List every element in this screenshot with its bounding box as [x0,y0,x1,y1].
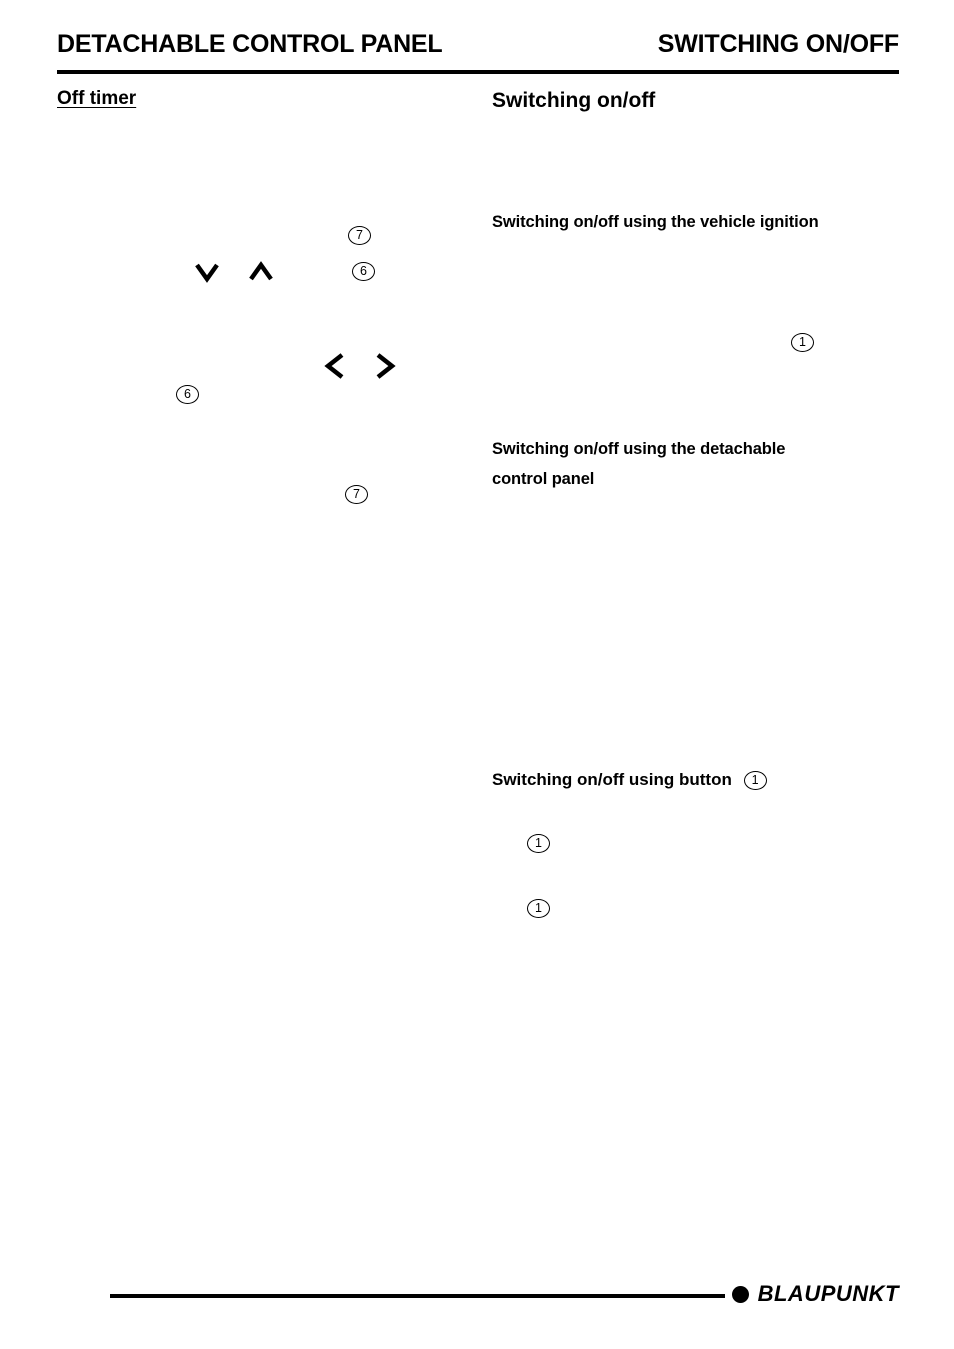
header-left-title: DETACHABLE CONTROL PANEL [57,30,443,58]
chevron-down-icon [194,260,220,284]
right-callout-1-inline: 1 [743,771,767,791]
subheading-button-text: Switching on/off using button [492,770,732,789]
footer-divider [110,1294,725,1298]
header-divider [57,70,899,74]
chevron-up-icon [248,260,274,284]
right-callout-1-step2: 1 [527,899,550,918]
brand-name: BLAUPUNKT [757,1281,899,1306]
off-timer-heading: Off timer [57,88,137,109]
subheading-control-panel: Switching on/off using the detachable co… [492,440,786,488]
right-callout-1-step1: 1 [527,834,550,853]
left-callout-7-top: 7 [348,226,371,245]
brand-dot-icon [731,1285,749,1303]
header-right-title: SWITCHING ON/OFF [657,30,899,58]
left-column: Off timer [57,88,457,110]
left-callout-6-top: 6 [352,262,375,281]
subheading-ignition: Switching on/off using the vehicle ignit… [492,213,819,231]
right-callout-1-ignition: 1 [791,333,814,352]
left-callout-6-mid: 6 [176,385,199,404]
right-column: Switching on/off [492,88,899,114]
document-page: DETACHABLE CONTROL PANEL SWITCHING ON/OF… [0,0,954,1349]
chevron-right-icon [372,352,398,380]
left-callout-7-bottom: 7 [345,485,368,504]
page-header: DETACHABLE CONTROL PANEL SWITCHING ON/OF… [57,30,899,76]
switching-onoff-heading: Switching on/off [492,89,656,112]
chevron-left-icon [322,352,348,380]
subheading-button: Switching on/off using button 1 [492,768,892,792]
brand-logo: BLAUPUNKT [731,1281,899,1307]
